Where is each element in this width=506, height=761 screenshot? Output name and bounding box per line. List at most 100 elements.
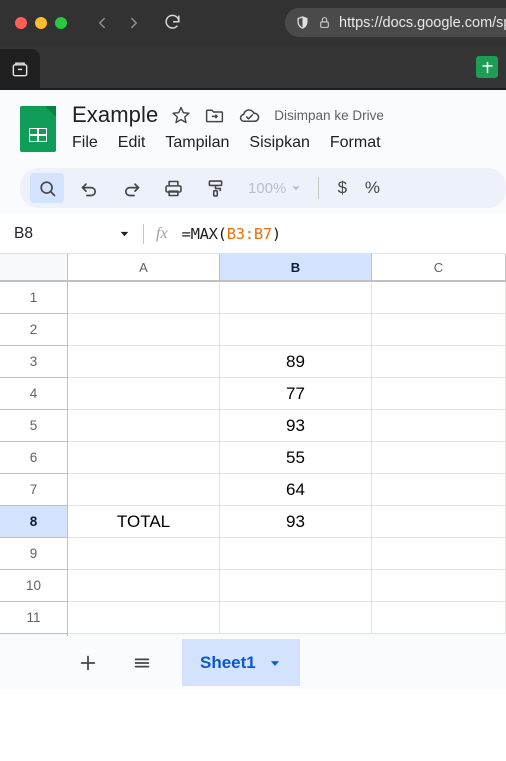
menu-item-sisipkan[interactable]: Sisipkan (249, 134, 309, 152)
cell-b4[interactable]: 77 (220, 378, 372, 410)
table-row: 9 (0, 538, 506, 570)
document-title[interactable]: Example (72, 102, 158, 128)
cell-a10[interactable] (68, 570, 220, 602)
cell-c4[interactable] (372, 378, 506, 410)
back-arrow-icon[interactable] (87, 8, 117, 38)
cell-b7[interactable]: 64 (220, 474, 372, 506)
lock-icon (318, 16, 331, 29)
cell-c7[interactable] (372, 474, 506, 506)
zoom-value: 100% (248, 179, 287, 197)
row-header-11[interactable]: 11 (0, 602, 68, 634)
move-to-folder-icon[interactable] (204, 105, 225, 126)
row-header-5[interactable]: 5 (0, 410, 68, 442)
cell-c11[interactable] (372, 602, 506, 634)
cell-a1[interactable] (68, 282, 220, 314)
column-header-b[interactable]: B (220, 254, 372, 282)
cell-b8[interactable]: 93 (220, 506, 372, 538)
column-header-a[interactable]: A (68, 254, 220, 282)
browser-tab[interactable] (0, 49, 40, 88)
cell-c8[interactable] (372, 506, 506, 538)
formula-input[interactable]: =MAX(B3:B7) (182, 225, 282, 243)
cell-a6[interactable] (68, 442, 220, 474)
row-header-2[interactable]: 2 (0, 314, 68, 346)
cell-b11[interactable] (220, 602, 372, 634)
currency-format-button[interactable]: $ (327, 178, 357, 198)
sheets-extension-icon[interactable] (476, 56, 498, 78)
cell-a8[interactable]: TOTAL (68, 506, 220, 538)
row-header-9[interactable]: 9 (0, 538, 68, 570)
toolbar-wrapper: 100% $ % (0, 166, 506, 214)
spreadsheet-grid[interactable]: A B C 1 2 3 89 4 77 5 93 6 55 7 64 8 TOT… (0, 254, 506, 636)
window-controls (15, 16, 67, 29)
cell-b3[interactable]: 89 (220, 346, 372, 378)
zoom-dropdown[interactable]: 100% (244, 180, 306, 197)
menu-item-format[interactable]: Format (330, 134, 381, 152)
cell-c9[interactable] (372, 538, 506, 570)
percent-format-button[interactable]: % (357, 178, 387, 198)
cell-c10[interactable] (372, 570, 506, 602)
shield-icon[interactable] (295, 15, 310, 30)
row-header-1[interactable]: 1 (0, 282, 68, 314)
cell-c2[interactable] (372, 314, 506, 346)
print-icon[interactable] (156, 173, 190, 203)
row-header-10[interactable]: 10 (0, 570, 68, 602)
row-header-4[interactable]: 4 (0, 378, 68, 410)
cell-a11[interactable] (68, 602, 220, 634)
maximize-window-button[interactable] (55, 16, 67, 29)
chevron-down-icon[interactable] (268, 656, 282, 670)
cell-c6[interactable] (372, 442, 506, 474)
forward-arrow-icon[interactable] (119, 8, 149, 38)
chevron-down-icon (292, 186, 300, 191)
cell-b9[interactable] (220, 538, 372, 570)
cell-c5[interactable] (372, 410, 506, 442)
select-all-corner[interactable] (0, 254, 68, 282)
grid-bottom-gap (0, 634, 506, 636)
cell-a5[interactable] (68, 410, 220, 442)
cell-b2[interactable] (220, 314, 372, 346)
row-header-3[interactable]: 3 (0, 346, 68, 378)
paint-format-icon[interactable] (198, 173, 232, 203)
close-window-button[interactable] (15, 16, 27, 29)
title-row: Example Disimpan ke Drive (72, 98, 384, 132)
logo-grid-glyph (29, 128, 47, 142)
sheets-app: Example Disimpan ke Drive File Edit Tamp… (0, 90, 506, 689)
name-box[interactable]: B8 (14, 225, 139, 243)
search-icon[interactable] (30, 173, 64, 203)
row-header-8[interactable]: 8 (0, 506, 68, 538)
minimize-window-button[interactable] (35, 16, 47, 29)
fx-icon: fx (156, 224, 168, 242)
row-header-6[interactable]: 6 (0, 442, 68, 474)
cell-a4[interactable] (68, 378, 220, 410)
add-sheet-icon[interactable] (70, 645, 106, 681)
menu-item-file[interactable]: File (72, 134, 98, 152)
undo-icon[interactable] (72, 173, 106, 203)
row-header-7[interactable]: 7 (0, 474, 68, 506)
cell-b1[interactable] (220, 282, 372, 314)
table-row: 1 (0, 282, 506, 314)
cell-a9[interactable] (68, 538, 220, 570)
cell-a2[interactable] (68, 314, 220, 346)
redo-icon[interactable] (114, 173, 148, 203)
cell-c1[interactable] (372, 282, 506, 314)
address-bar[interactable]: https://docs.google.com/sp (285, 8, 506, 37)
menu-item-tampilan[interactable]: Tampilan (165, 134, 229, 152)
reload-icon[interactable] (157, 8, 187, 38)
sheet-tab-sheet1[interactable]: Sheet1 (182, 639, 300, 686)
navigation-buttons (87, 8, 187, 38)
cell-a7[interactable] (68, 474, 220, 506)
cell-b5[interactable]: 93 (220, 410, 372, 442)
table-row: 10 (0, 570, 506, 602)
menu-item-edit[interactable]: Edit (118, 134, 146, 152)
table-row: 5 93 (0, 410, 506, 442)
column-header-c[interactable]: C (372, 254, 506, 282)
cell-c3[interactable] (372, 346, 506, 378)
cell-b10[interactable] (220, 570, 372, 602)
all-sheets-icon[interactable] (124, 645, 160, 681)
cell-b6[interactable]: 55 (220, 442, 372, 474)
cloud-saved-icon[interactable] (238, 104, 261, 127)
url-text: https://docs.google.com/sp (339, 14, 506, 31)
cell-a3[interactable] (68, 346, 220, 378)
chevron-down-icon[interactable] (118, 227, 131, 240)
app-header: Example Disimpan ke Drive File Edit Tamp… (0, 90, 506, 166)
star-icon[interactable] (171, 105, 191, 125)
